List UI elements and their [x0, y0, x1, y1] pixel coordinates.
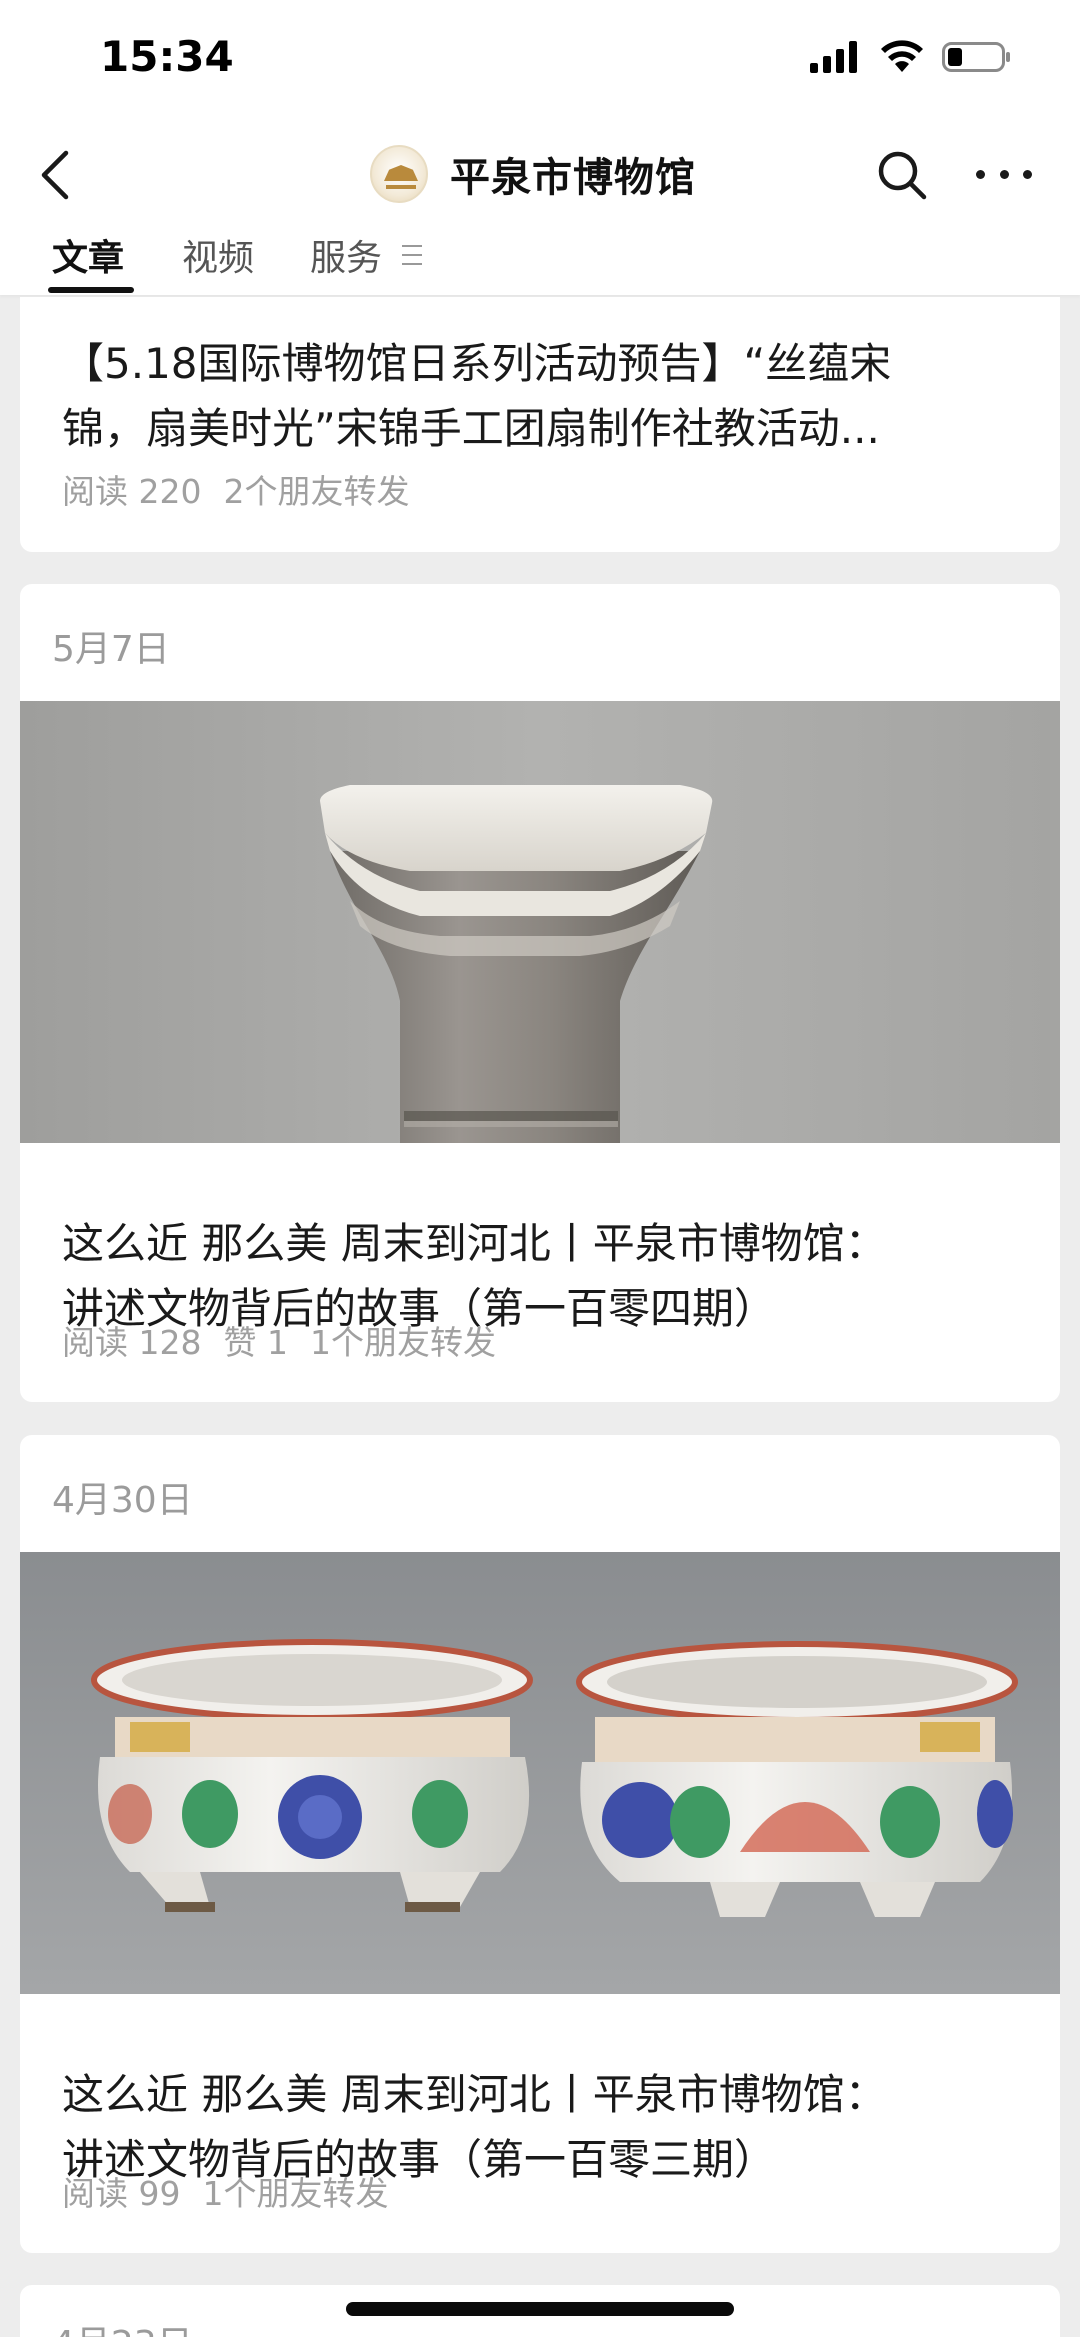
read-count: 阅读 99 [62, 2174, 181, 2213]
article-meta: 阅读 128 赞 1 1个朋友转发 [62, 1316, 496, 1364]
header: 平泉市博物馆 [0, 125, 1080, 225]
read-count: 阅读 220 [62, 472, 202, 511]
porcelain-censers-image[interactable] [20, 1552, 1060, 1994]
tab-videos[interactable]: 视频 [182, 229, 254, 281]
article-date: 5月7日 [52, 629, 170, 670]
home-indicator[interactable] [346, 2302, 734, 2316]
article-meta: 阅读 99 1个朋友转发 [62, 2167, 388, 2215]
like-count: 赞 1 [223, 1323, 288, 1362]
more-icon-dot [999, 169, 1009, 179]
tab-services[interactable]: 服务 [310, 229, 382, 281]
porcelain-vase-image[interactable] [20, 701, 1060, 1143]
article-title: 【5.18国际博物馆日系列活动预告】“丝蕴宋 锦，扇美时光”宋锦手工团扇制作社教… [62, 331, 1022, 461]
menu-icon[interactable] [402, 245, 422, 265]
search-button[interactable] [876, 149, 928, 201]
tab-active-indicator [48, 287, 134, 293]
more-icon [976, 169, 985, 179]
article-meta: 阅读 220 2个朋友转发 [62, 465, 409, 513]
article-date: 4月30日 [52, 1480, 193, 1521]
article-title-line: 锦，扇美时光”宋锦手工团扇制作社教活动... [62, 404, 880, 453]
museum-logo-icon [370, 145, 428, 203]
battery-icon [942, 42, 1010, 72]
status-icons [810, 40, 1012, 74]
article-card[interactable]: 5月7日 这么近 那么美 周末到河北丨平泉市博物馆： 讲述文物背后的故事（第一百… [20, 584, 1060, 1402]
article-card[interactable]: 【5.18国际博物馆日系列活动预告】“丝蕴宋 锦，扇美时光”宋锦手工团扇制作社教… [20, 297, 1060, 552]
more-button[interactable] [976, 161, 1032, 187]
search-icon [878, 151, 927, 200]
share-count: 1个朋友转发 [202, 2174, 389, 2213]
article-thumbnail [20, 701, 1060, 1143]
share-count: 1个朋友转发 [309, 1323, 496, 1362]
article-thumbnail [20, 1552, 1060, 1994]
share-count: 2个朋友转发 [223, 472, 410, 511]
read-count: 阅读 128 [62, 1323, 202, 1362]
article-title-line: 这么近 那么美 周末到河北丨平泉市博物馆： [62, 2070, 887, 2119]
article-title-line: 【5.18国际博物馆日系列活动预告】“丝蕴宋 [62, 339, 892, 388]
account-header[interactable]: 平泉市博物馆 [370, 145, 696, 203]
signal-icon [810, 41, 857, 73]
status-time: 15:34 [100, 32, 234, 81]
wifi-icon [881, 40, 923, 72]
status-bar: 15:34 [0, 0, 1080, 125]
back-button[interactable] [36, 147, 86, 203]
tab-bar: 文章 视频 服务 [0, 225, 1080, 295]
page-title: 平泉市博物馆 [450, 155, 696, 201]
tab-articles[interactable]: 文章 [52, 229, 124, 281]
chevron-left-icon [41, 150, 69, 200]
article-date: 4月23日 [52, 2315, 193, 2337]
more-icon-dot [1023, 169, 1032, 179]
article-card[interactable]: 4月30日 这么近 那么美 周末到河北丨平泉市博物馆： 讲述文物背后的故事（第一… [20, 1435, 1060, 2253]
article-title-line: 这么近 那么美 周末到河北丨平泉市博物馆： [62, 1219, 887, 1268]
